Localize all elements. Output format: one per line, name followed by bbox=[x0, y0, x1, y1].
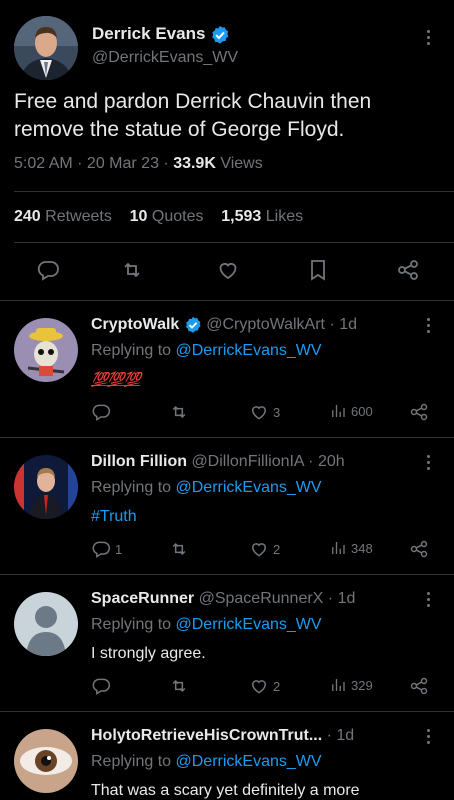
replying-to-link[interactable]: @DerrickEvans_WV bbox=[176, 342, 322, 359]
reply-avatar-default[interactable] bbox=[14, 592, 78, 656]
reply-hashtag[interactable]: #Truth bbox=[91, 508, 137, 526]
divider bbox=[0, 574, 454, 575]
replying-to: Replying to @DerrickEvans_WV bbox=[91, 342, 322, 359]
reply-tweet[interactable]: Dillon Fillion @DillonFillionIA · 20h Re… bbox=[0, 437, 454, 574]
views-icon[interactable]: 600 bbox=[329, 402, 373, 420]
views-count: 33.9K bbox=[173, 155, 216, 172]
views-icon[interactable]: 329 bbox=[329, 676, 373, 694]
replying-to-link[interactable]: @DerrickEvans_WV bbox=[176, 753, 322, 770]
share-icon[interactable] bbox=[409, 676, 429, 696]
reply-time[interactable]: 1d bbox=[339, 316, 357, 333]
divider bbox=[14, 191, 454, 192]
main-tweet-avatar[interactable] bbox=[14, 16, 78, 80]
replying-to: Replying to @DerrickEvans_WV bbox=[91, 479, 322, 496]
like-icon[interactable]: 2 bbox=[249, 676, 280, 696]
view-count: 600 bbox=[351, 403, 373, 419]
reply-tweet[interactable]: CryptoWalk @CryptoWalkArt · 1d Replying … bbox=[0, 300, 454, 437]
reply-avatar[interactable] bbox=[14, 318, 78, 382]
retweet-icon[interactable] bbox=[120, 258, 144, 282]
divider bbox=[0, 711, 454, 712]
bookmark-icon[interactable] bbox=[306, 258, 330, 282]
reply-header: SpaceRunner @SpaceRunnerX · 1d bbox=[91, 590, 356, 607]
like-count: 2 bbox=[273, 678, 281, 694]
reply-time[interactable]: 1d bbox=[336, 727, 354, 744]
replying-to: Replying to @DerrickEvans_WV bbox=[91, 753, 322, 770]
reply-icon[interactable] bbox=[91, 402, 115, 422]
verified-badge-icon bbox=[184, 316, 202, 334]
more-icon[interactable] bbox=[420, 451, 436, 473]
reply-handle[interactable]: @DillonFillionIA bbox=[191, 453, 303, 470]
more-icon[interactable] bbox=[420, 26, 436, 48]
like-icon[interactable] bbox=[216, 258, 240, 282]
replying-to-link[interactable]: @DerrickEvans_WV bbox=[176, 479, 322, 496]
like-icon[interactable]: 2 bbox=[249, 539, 280, 559]
reply-author-name[interactable]: Dillon Fillion bbox=[91, 453, 187, 470]
reply-time[interactable]: 20h bbox=[318, 453, 345, 470]
tweet-time[interactable]: 5:02 AM bbox=[14, 155, 73, 172]
more-icon[interactable] bbox=[420, 588, 436, 610]
view-count: 329 bbox=[351, 677, 373, 693]
retweets-stat[interactable]: 240 Retweets bbox=[14, 208, 112, 225]
tweet-date[interactable]: 20 Mar 23 bbox=[87, 155, 159, 172]
main-tweet-text: Free and pardon Derrick Chauvin then rem… bbox=[14, 90, 372, 141]
divider bbox=[14, 242, 454, 243]
reply-avatar[interactable] bbox=[14, 455, 78, 519]
reply-header: Dillon Fillion @DillonFillionIA · 20h bbox=[91, 453, 345, 470]
reply-header: CryptoWalk @CryptoWalkArt · 1d bbox=[91, 316, 358, 334]
reply-author-name[interactable]: HolytoRetrieveHisCrownTrut... bbox=[91, 727, 322, 744]
reply-icon[interactable] bbox=[91, 676, 115, 696]
reply-handle[interactable]: @CryptoWalkArt bbox=[206, 316, 325, 333]
quotes-stat[interactable]: 10 Quotes bbox=[130, 208, 204, 225]
share-icon[interactable] bbox=[409, 402, 429, 422]
replying-to: Replying to @DerrickEvans_WV bbox=[91, 616, 322, 633]
share-icon[interactable] bbox=[396, 258, 420, 282]
divider bbox=[0, 300, 454, 301]
reply-icon[interactable] bbox=[36, 258, 60, 282]
more-icon[interactable] bbox=[420, 725, 436, 747]
reply-text: 💯💯💯 bbox=[91, 371, 141, 387]
reply-author-name[interactable]: CryptoWalk bbox=[91, 316, 179, 333]
reply-tweet[interactable]: HolytoRetrieveHisCrownTrut... · 1d Reply… bbox=[0, 711, 454, 800]
main-tweet-actions bbox=[14, 258, 440, 288]
retweet-icon[interactable] bbox=[169, 539, 189, 559]
reply-author-name[interactable]: SpaceRunner bbox=[91, 590, 194, 607]
divider bbox=[0, 437, 454, 438]
verified-badge-icon bbox=[210, 25, 230, 45]
reply-handle[interactable]: @SpaceRunnerX bbox=[199, 590, 324, 607]
views-label: Views bbox=[220, 155, 263, 172]
main-tweet-stats: 240 Retweets 10 Quotes 1,593 Likes bbox=[14, 208, 303, 226]
share-icon[interactable] bbox=[409, 539, 429, 559]
main-tweet-author-name[interactable]: Derrick Evans bbox=[92, 24, 230, 45]
retweet-icon[interactable] bbox=[169, 676, 189, 696]
like-icon[interactable]: 3 bbox=[249, 402, 280, 422]
reply-text: That was a scary yet definitely a more bbox=[91, 782, 360, 799]
main-tweet-handle[interactable]: @DerrickEvans_WV bbox=[92, 49, 238, 67]
like-count: 3 bbox=[273, 404, 281, 420]
reply-actions: 1 2 348 bbox=[91, 539, 436, 561]
reply-tweet[interactable]: SpaceRunner @SpaceRunnerX · 1d Replying … bbox=[0, 574, 454, 711]
main-tweet: Derrick Evans @DerrickEvans_WV Free and … bbox=[0, 0, 454, 300]
reply-icon[interactable]: 1 bbox=[91, 539, 122, 559]
like-count: 2 bbox=[273, 541, 281, 557]
replying-to-link[interactable]: @DerrickEvans_WV bbox=[176, 616, 322, 633]
reply-count: 1 bbox=[115, 541, 123, 557]
view-count: 348 bbox=[351, 540, 373, 556]
reply-actions: 2 329 bbox=[91, 676, 436, 698]
reply-avatar[interactable] bbox=[14, 729, 78, 793]
reply-actions: 3 600 bbox=[91, 402, 436, 424]
retweet-icon[interactable] bbox=[169, 402, 189, 422]
more-icon[interactable] bbox=[420, 314, 436, 336]
main-tweet-meta: 5:02 AM · 20 Mar 23 · 33.9K Views bbox=[14, 155, 263, 172]
reply-text: I strongly agree. bbox=[91, 645, 206, 662]
views-icon[interactable]: 348 bbox=[329, 539, 373, 557]
reply-time[interactable]: 1d bbox=[338, 590, 356, 607]
likes-stat[interactable]: 1,593 Likes bbox=[221, 208, 303, 225]
reply-header: HolytoRetrieveHisCrownTrut... · 1d bbox=[91, 727, 355, 744]
